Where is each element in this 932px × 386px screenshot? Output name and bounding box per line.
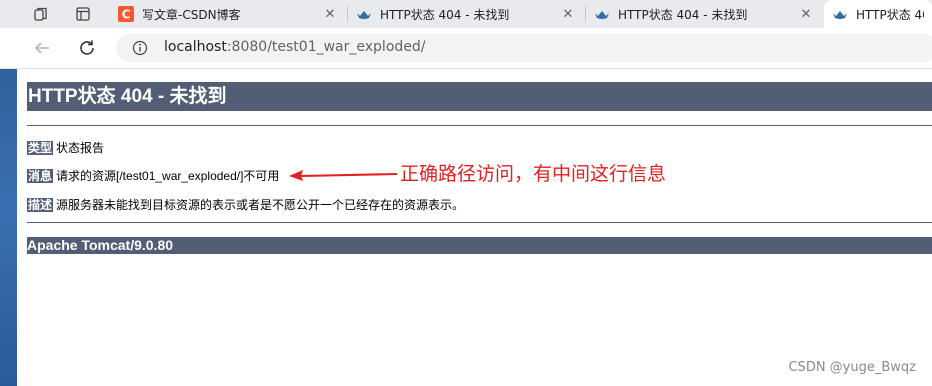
tab-title: 写文章-CSDN博客 [142,7,241,22]
tab-http404-active[interactable]: HTTP状态 404 [824,0,932,28]
address-bar-row: localhost:8080/test01_war_exploded/ [0,28,932,69]
csdn-watermark: CSDN @yuge_Bwqz [788,360,916,375]
tab-actions-icon[interactable] [73,4,93,24]
description-value: 源服务器未能找到目标资源的表示或者是不愿公开一个已经存在的资源表示。 [56,198,465,212]
type-label: 类型 [27,141,54,155]
omnibox[interactable]: localhost:8080/test01_war_exploded/ [116,33,932,63]
tomcat-icon [594,6,610,22]
svg-text:C: C [122,8,131,22]
site-info-icon[interactable] [132,40,148,56]
tab-csdn[interactable]: C 写文章-CSDN博客 ✕ [110,2,346,26]
close-tab-icon[interactable]: ✕ [322,7,338,22]
tomcat-icon [356,6,372,22]
tab-http404-2[interactable]: HTTP状态 404 - 未找到 ✕ [586,2,822,26]
workspaces-icon[interactable] [31,4,51,24]
red-arrow-icon [289,170,398,181]
url-host: localhost [164,39,227,55]
message-row: 消息 请求的资源[/test01_war_exploded/]不可用 [27,167,279,184]
description-label: 描述 [27,198,54,212]
close-tab-icon[interactable]: ✕ [798,7,814,22]
csdn-icon: C [118,6,134,22]
tab-http404-1[interactable]: HTTP状态 404 - 未找到 ✕ [348,2,584,26]
type-row: 类型 状态报告 [27,139,104,156]
url-path: :8080/test01_war_exploded/ [226,39,426,55]
divider [27,125,932,126]
tab-title: HTTP状态 404 - 未找到 [618,7,748,22]
message-label: 消息 [27,169,54,183]
back-arrow-icon[interactable] [30,36,54,60]
server-footer: Apache Tomcat/9.0.80 [27,237,932,254]
page-content: HTTP状态 404 - 未找到 类型 状态报告 消息 请求的资源[/test01_… [17,69,932,386]
page-heading: HTTP状态 404 - 未找到 [27,82,932,111]
tab-strip: C 写文章-CSDN博客 ✕ HTTP状态 404 - 未找到 ✕ HTTP状态… [0,0,932,29]
type-value: 状态报告 [56,141,105,155]
annotation-text: 正确路径访问，有中间这行信息 [400,163,667,185]
tab-title: HTTP状态 404 [856,7,924,22]
message-value: 请求的资源[/test01_war_exploded/]不可用 [56,169,280,183]
divider [27,222,932,223]
tab-title: HTTP状态 404 - 未找到 [380,7,510,22]
description-row: 描述 源服务器未能找到目标资源的表示或者是不愿公开一个已经存在的资源表示。 [27,196,464,213]
refresh-icon[interactable] [75,36,99,60]
close-tab-icon[interactable]: ✕ [560,7,576,22]
url-text[interactable]: localhost:8080/test01_war_exploded/ [164,39,426,55]
tomcat-icon [832,6,848,22]
